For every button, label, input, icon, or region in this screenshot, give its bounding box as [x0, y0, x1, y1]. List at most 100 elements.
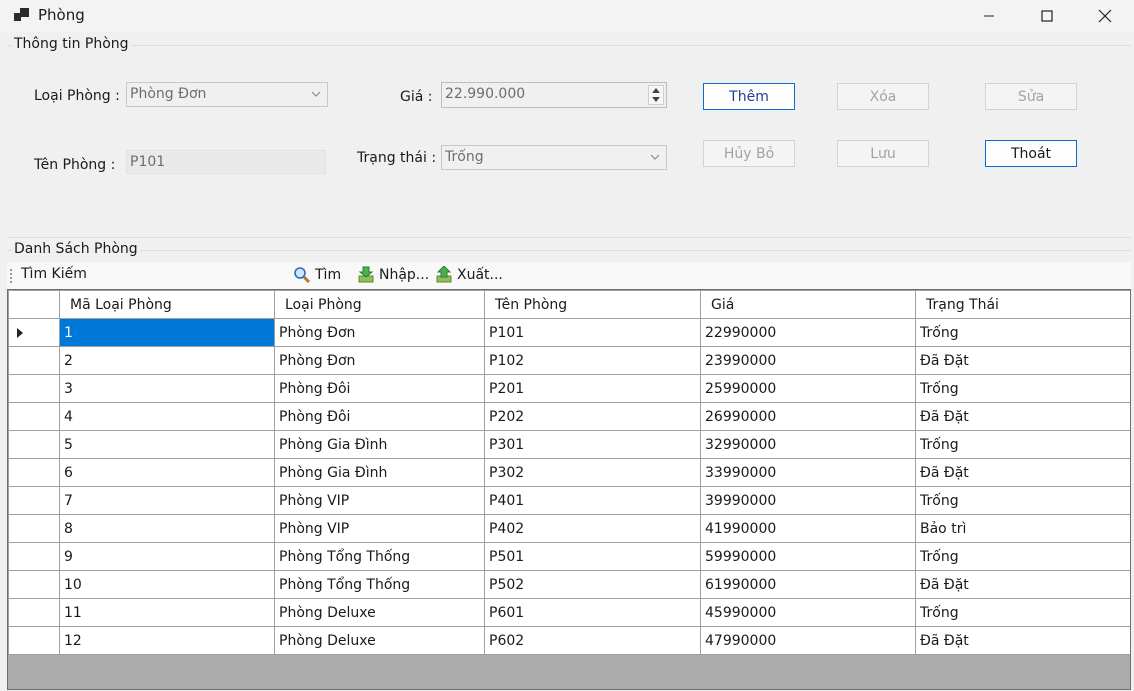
them-button[interactable]: Thêm — [703, 83, 795, 110]
minimize-button[interactable] — [960, 0, 1018, 32]
row-header[interactable] — [8, 598, 60, 627]
toolbar-grip[interactable] — [10, 269, 14, 283]
trang-thai-combobox[interactable]: Trống — [441, 145, 667, 170]
table-cell[interactable]: P502 — [484, 570, 701, 599]
table-cell[interactable]: 8 — [59, 514, 275, 543]
row-header[interactable] — [8, 346, 60, 375]
table-cell[interactable]: P302 — [484, 458, 701, 487]
table-cell[interactable]: Trống — [915, 542, 1130, 571]
table-cell[interactable]: 9 — [59, 542, 275, 571]
table-row[interactable]: 9 Phòng Tổng Thống P501 59990000 Trống — [8, 542, 1130, 571]
close-button[interactable] — [1076, 0, 1134, 32]
table-row[interactable]: 10 Phòng Tổng Thống P502 61990000 Đã Đặt — [8, 570, 1130, 599]
table-cell[interactable]: Phòng Deluxe — [274, 598, 485, 627]
row-header[interactable] — [8, 626, 60, 655]
table-cell[interactable]: P501 — [484, 542, 701, 571]
table-cell[interactable]: Phòng Tổng Thống — [274, 542, 485, 571]
rooms-datagrid[interactable]: Mã Loại Phòng Loại Phòng Tên Phòng Giá T… — [7, 289, 1131, 690]
table-row[interactable]: 7 Phòng VIP P401 39990000 Trống — [8, 486, 1130, 515]
table-cell[interactable]: Đã Đặt — [915, 626, 1130, 655]
table-cell[interactable]: P401 — [484, 486, 701, 515]
table-cell[interactable]: 12 — [59, 626, 275, 655]
table-cell[interactable]: 22990000 — [700, 318, 916, 347]
nhap-button[interactable]: Nhập... — [357, 266, 429, 284]
column-header[interactable]: Mã Loại Phòng — [59, 290, 275, 319]
column-header[interactable]: Tên Phòng — [484, 290, 701, 319]
loai-phong-combobox[interactable]: Phòng Đơn — [126, 82, 328, 107]
table-row[interactable]: 12 Phòng Deluxe P602 47990000 Đã Đặt — [8, 626, 1130, 655]
table-cell[interactable]: Phòng Deluxe — [274, 626, 485, 655]
table-cell[interactable]: Đã Đặt — [915, 570, 1130, 599]
table-cell[interactable]: 11 — [59, 598, 275, 627]
maximize-button[interactable] — [1018, 0, 1076, 32]
table-cell[interactable]: 23990000 — [700, 346, 916, 375]
table-cell[interactable]: 2 — [59, 346, 275, 375]
table-cell[interactable]: 45990000 — [700, 598, 916, 627]
table-cell[interactable]: 25990000 — [700, 374, 916, 403]
table-row[interactable]: 8 Phòng VIP P402 41990000 Bảo trì — [8, 514, 1130, 543]
row-header[interactable] — [8, 318, 60, 347]
column-header[interactable]: Loại Phòng — [274, 290, 485, 319]
xoa-button[interactable]: Xóa — [837, 83, 929, 110]
table-cell[interactable]: Phòng Đơn — [274, 318, 485, 347]
table-cell[interactable]: P402 — [484, 514, 701, 543]
table-cell[interactable]: 32990000 — [700, 430, 916, 459]
table-cell[interactable]: Phòng Đơn — [274, 346, 485, 375]
luu-button[interactable]: Lưu — [837, 140, 929, 167]
spin-up-icon[interactable] — [649, 86, 663, 95]
row-header[interactable] — [8, 458, 60, 487]
table-cell[interactable]: 7 — [59, 486, 275, 515]
table-cell[interactable]: Trống — [915, 430, 1130, 459]
table-cell[interactable]: Trống — [915, 318, 1130, 347]
table-cell[interactable]: P202 — [484, 402, 701, 431]
table-cell[interactable]: Trống — [915, 486, 1130, 515]
table-cell[interactable]: 3 — [59, 374, 275, 403]
table-cell[interactable]: Bảo trì — [915, 514, 1130, 543]
gia-spin-buttons[interactable] — [648, 85, 664, 105]
thoat-button[interactable]: Thoát — [985, 140, 1077, 167]
table-cell[interactable]: Phòng Gia Đình — [274, 458, 485, 487]
table-cell[interactable]: 47990000 — [700, 626, 916, 655]
table-cell[interactable]: 61990000 — [700, 570, 916, 599]
row-header[interactable] — [8, 514, 60, 543]
spin-down-icon[interactable] — [649, 95, 663, 104]
sua-button[interactable]: Sửa — [985, 83, 1077, 110]
table-cell[interactable]: 6 — [59, 458, 275, 487]
table-row[interactable]: 6 Phòng Gia Đình P302 33990000 Đã Đặt — [8, 458, 1130, 487]
table-cell[interactable]: Trống — [915, 374, 1130, 403]
table-cell[interactable]: 41990000 — [700, 514, 916, 543]
table-cell[interactable]: Đã Đặt — [915, 402, 1130, 431]
table-row[interactable]: 2 Phòng Đơn P102 23990000 Đã Đặt — [8, 346, 1130, 375]
table-cell[interactable]: P602 — [484, 626, 701, 655]
row-header[interactable] — [8, 374, 60, 403]
table-cell[interactable]: Phòng VIP — [274, 514, 485, 543]
table-cell[interactable]: 39990000 — [700, 486, 916, 515]
table-cell[interactable]: Phòng Tổng Thống — [274, 570, 485, 599]
table-row[interactable]: 3 Phòng Đôi P201 25990000 Trống — [8, 374, 1130, 403]
table-cell[interactable]: 4 — [59, 402, 275, 431]
xuat-button[interactable]: Xuất... — [435, 266, 503, 284]
huy-bo-button[interactable]: Hủy Bỏ — [703, 140, 795, 167]
table-cell[interactable]: 1 — [59, 318, 275, 347]
table-cell[interactable]: Phòng Gia Đình — [274, 430, 485, 459]
table-cell[interactable]: 59990000 — [700, 542, 916, 571]
table-cell[interactable]: Đã Đặt — [915, 346, 1130, 375]
table-cell[interactable]: P102 — [484, 346, 701, 375]
table-cell[interactable]: 5 — [59, 430, 275, 459]
table-cell[interactable]: Phòng Đôi — [274, 402, 485, 431]
table-row[interactable]: 4 Phòng Đôi P202 26990000 Đã Đặt — [8, 402, 1130, 431]
table-cell[interactable]: 33990000 — [700, 458, 916, 487]
table-cell[interactable]: Phòng Đôi — [274, 374, 485, 403]
table-row[interactable]: 5 Phòng Gia Đình P301 32990000 Trống — [8, 430, 1130, 459]
column-header[interactable]: Giá — [700, 290, 916, 319]
table-cell[interactable]: P101 — [484, 318, 701, 347]
table-cell[interactable]: Trống — [915, 598, 1130, 627]
row-header[interactable] — [8, 486, 60, 515]
row-header[interactable] — [8, 402, 60, 431]
table-cell[interactable]: P201 — [484, 374, 701, 403]
column-header[interactable]: Trạng Thái — [915, 290, 1130, 319]
table-cell[interactable]: Phòng VIP — [274, 486, 485, 515]
tim-button[interactable]: Tìm — [293, 266, 341, 284]
row-header[interactable] — [8, 430, 60, 459]
table-row[interactable]: 1 Phòng Đơn P101 22990000 Trống — [8, 318, 1130, 347]
